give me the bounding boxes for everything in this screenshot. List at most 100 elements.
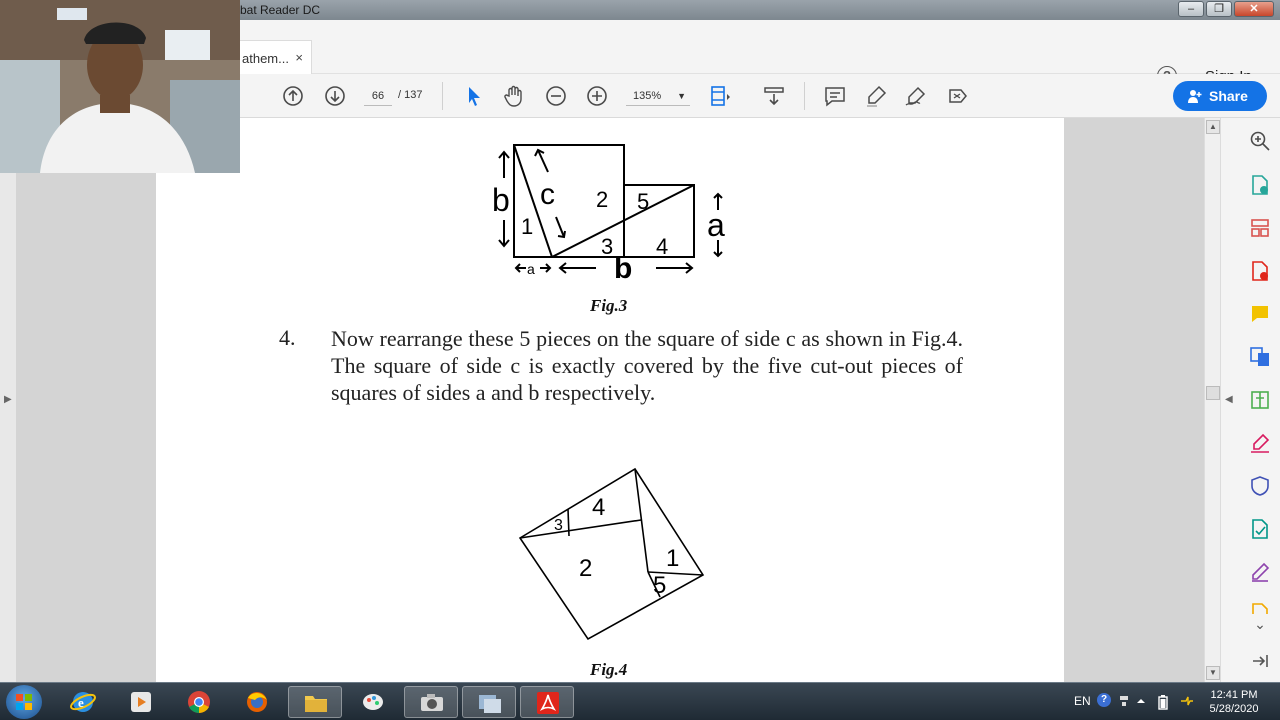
start-button[interactable] (6, 685, 42, 719)
scroll-thumb[interactable] (1206, 386, 1220, 400)
tools-pane: ◀ ⌄ (1220, 118, 1280, 682)
previous-page-icon[interactable] (281, 84, 305, 108)
chevron-down-icon: ▼ (677, 91, 686, 101)
fig3-piece-3: 3 (601, 234, 613, 259)
share-label: Share (1209, 88, 1248, 104)
add-person-icon (1188, 90, 1202, 103)
fig3-piece-5: 5 (637, 189, 649, 214)
network-icon[interactable] (1118, 694, 1130, 708)
window-controls: – ❐ ✕ (1178, 1, 1274, 17)
hand-tool-icon[interactable] (502, 84, 526, 108)
battery-icon[interactable] (1158, 694, 1168, 710)
list-number: 4. (279, 325, 296, 350)
next-page-icon[interactable] (323, 84, 347, 108)
fig4-piece-2: 2 (579, 555, 592, 582)
step-paragraph: Now rearrange these 5 pieces on the squa… (331, 326, 963, 405)
chrome-icon[interactable] (172, 686, 226, 718)
fig4-caption: Fig.4 (590, 660, 628, 679)
page-number-input[interactable]: 66 (364, 86, 392, 106)
comment-tool-icon[interactable] (1249, 303, 1271, 325)
scroll-down-button[interactable]: ▼ (1206, 666, 1220, 680)
presenter-video (0, 0, 240, 173)
fig3-label-b-bottom: b (614, 252, 632, 285)
toolbar-divider (442, 82, 443, 110)
zoom-in-icon[interactable] (585, 84, 609, 108)
organize-pages-icon[interactable] (1249, 217, 1271, 239)
file-explorer-icon[interactable] (288, 686, 342, 718)
minimize-button[interactable]: – (1178, 1, 1204, 17)
more-tools-pane-icon[interactable] (1249, 602, 1271, 614)
chevron-down-icon[interactable]: ⌄ (1249, 616, 1271, 638)
zoom-value: 135% (633, 90, 662, 102)
help-tray-icon[interactable]: ? (1097, 693, 1111, 707)
protect-icon[interactable] (1249, 475, 1271, 497)
fig4-piece-3: 3 (554, 517, 563, 534)
window-title: bat Reader DC (240, 3, 321, 17)
collapse-pane-icon[interactable]: ◀ (1225, 394, 1233, 405)
taskbar: e EN ? 12:41 PM 5/28/2020 (0, 682, 1280, 720)
create-pdf-icon[interactable] (1249, 260, 1271, 282)
maximize-button[interactable]: ❐ (1206, 1, 1232, 17)
fig4-piece-4: 4 (592, 494, 605, 521)
fit-page-icon[interactable] (708, 84, 732, 108)
figure-3: b c a a b 1 2 3 4 5 (492, 144, 725, 285)
fig3-label-c: c (540, 178, 555, 211)
screen-recorder-icon[interactable] (462, 686, 516, 718)
comment-icon[interactable] (823, 84, 847, 108)
zoom-out-icon[interactable] (544, 84, 568, 108)
camera-icon[interactable] (404, 686, 458, 718)
fig3-caption: Fig.3 (590, 296, 628, 315)
zoom-select[interactable]: 135% ▼ (626, 86, 690, 106)
edit-pdf-icon[interactable] (1249, 561, 1271, 583)
scroll-up-button[interactable]: ▲ (1206, 120, 1220, 134)
select-arrow-icon[interactable] (462, 84, 486, 108)
fill-sign-icon[interactable] (1249, 432, 1271, 454)
clock-date: 5/28/2020 (1209, 703, 1259, 715)
webcam-overlay (0, 0, 240, 173)
fig3-piece-4: 4 (656, 234, 668, 259)
power-options-icon[interactable] (1180, 695, 1194, 707)
close-tab-icon[interactable]: × (295, 50, 303, 65)
left-panel-strip: ▶ (0, 118, 16, 682)
fig3-label-b: b (492, 182, 510, 218)
internet-explorer-icon[interactable]: e (56, 686, 110, 718)
clock-time: 12:41 PM (1210, 689, 1258, 701)
screen: bat Reader DC – ❐ ✕ athem... × ? Sign In… (0, 0, 1280, 720)
highlight-icon[interactable] (864, 84, 888, 108)
language-indicator[interactable]: EN (1074, 694, 1091, 708)
tab-label: athem... (242, 51, 289, 66)
expand-left-panel-icon[interactable]: ▶ (4, 394, 12, 405)
document-view[interactable]: b c a a b 1 2 3 4 5 Fig.3 4. Now rearran… (16, 118, 1204, 682)
svg-text:e: e (78, 695, 84, 710)
export-pdf-icon[interactable] (1249, 174, 1271, 196)
send-review-icon[interactable] (1249, 518, 1271, 540)
pdf-page: b c a a b 1 2 3 4 5 Fig.3 4. Now rearran… (156, 118, 1064, 682)
show-hidden-icons-icon[interactable] (1136, 696, 1146, 706)
firefox-icon[interactable] (230, 686, 284, 718)
fig4-piece-1: 1 (666, 545, 679, 572)
fig3-piece-1: 1 (521, 214, 533, 239)
tab-document[interactable]: athem... × (232, 40, 312, 74)
close-window-button[interactable]: ✕ (1234, 1, 1274, 17)
system-clock[interactable]: 12:41 PM 5/28/2020 (1204, 688, 1264, 716)
vertical-scrollbar[interactable]: ▲ ▼ (1204, 118, 1220, 682)
figure-4: 3 4 2 1 5 (518, 467, 705, 641)
compress-icon[interactable] (1249, 389, 1271, 411)
toolbar-divider (804, 82, 805, 110)
search-zoom-icon[interactable] (1249, 130, 1271, 152)
paint-icon[interactable] (346, 686, 400, 718)
windows-logo-icon (16, 694, 32, 710)
combine-files-icon[interactable] (1249, 346, 1271, 368)
collapse-right-icon[interactable] (1249, 650, 1271, 672)
scroll-mode-icon[interactable] (762, 84, 786, 108)
fig3-piece-2: 2 (596, 187, 608, 212)
fig4-piece-5: 5 (653, 572, 666, 599)
more-tools-icon[interactable] (946, 84, 970, 108)
page-total: / 137 (398, 89, 423, 101)
media-player-icon[interactable] (114, 686, 168, 718)
fig3-label-a: a (707, 207, 725, 243)
share-button[interactable]: Share (1173, 81, 1267, 111)
acrobat-taskbar-icon[interactable] (520, 686, 574, 718)
fig3-label-a-small: a (527, 261, 535, 277)
sign-icon[interactable] (904, 84, 928, 108)
